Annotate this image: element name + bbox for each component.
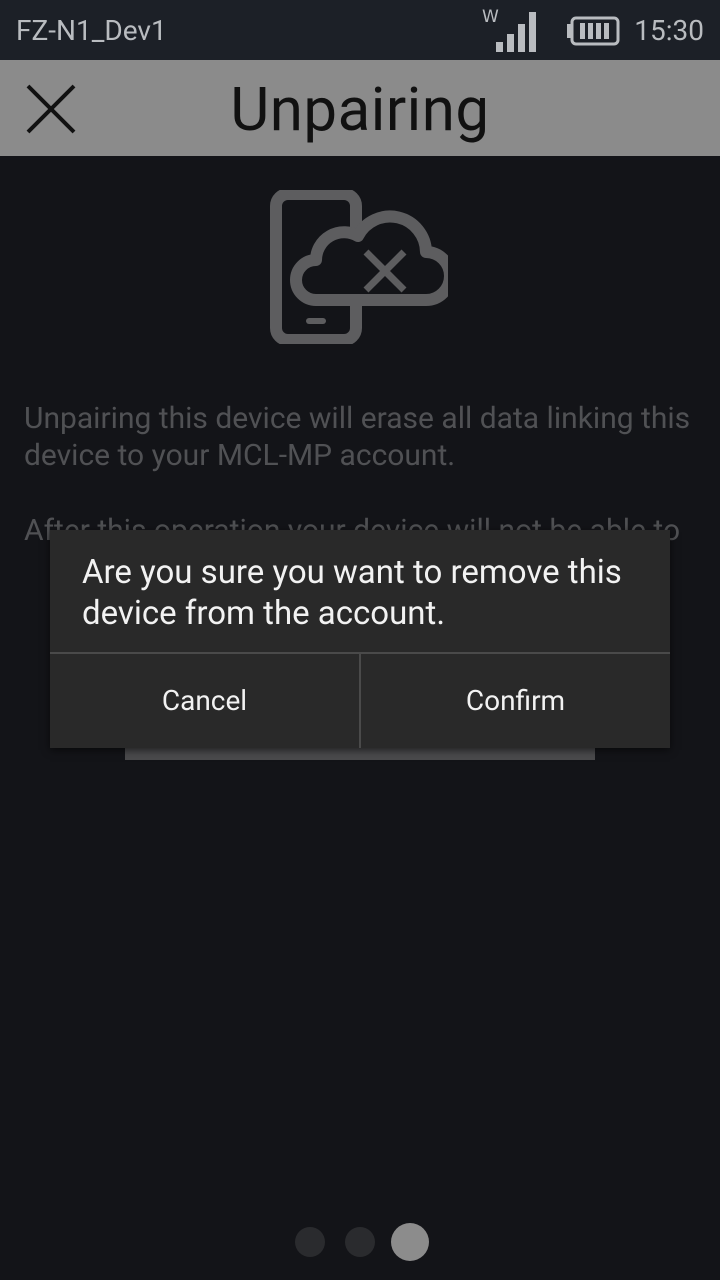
unpair-description: Unpairing this device will erase all dat… [24,401,691,473]
page-indicator [0,1222,720,1262]
page-dot [295,1227,325,1257]
status-bar: FZ-N1_Dev1 W 15:30 [0,0,720,60]
carrier-name: FZ-N1_Dev1 [16,14,167,47]
app-bar: Unpairing [0,60,720,156]
page-dot [345,1227,375,1257]
network-type-label: W [482,7,499,27]
dialog-message: Are you sure you want to remove this dev… [82,553,622,633]
cancel-button[interactable]: Cancel [50,654,359,748]
phone-cloud-remove-icon [270,190,448,344]
page-dot [391,1223,429,1261]
confirm-dialog: Are you sure you want to remove this dev… [50,530,670,748]
clock: 15:30 [634,14,704,47]
signal-icon: W [482,7,536,52]
confirm-button[interactable]: Confirm [361,654,670,748]
battery-icon [567,16,620,46]
page-title: Unpairing [230,74,490,145]
